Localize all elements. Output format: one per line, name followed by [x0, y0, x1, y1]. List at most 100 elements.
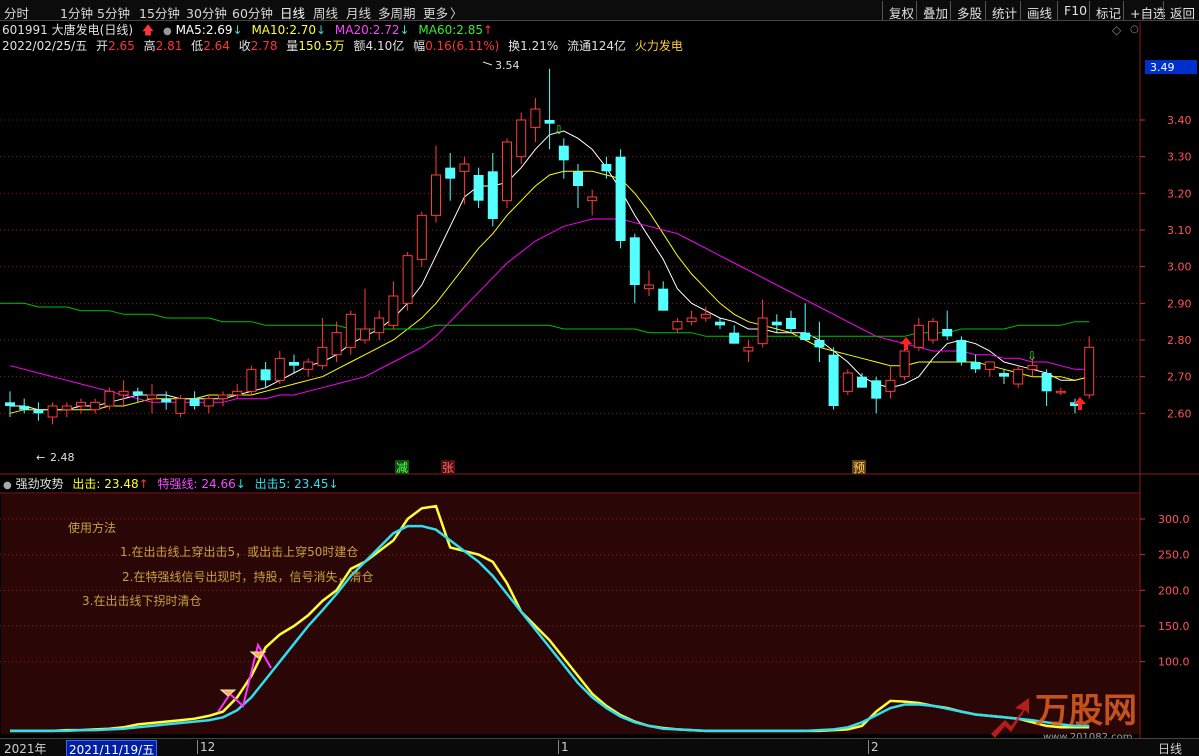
candle-body-up — [842, 372, 853, 392]
cursor-date: 2021/11/19/五 — [66, 740, 158, 756]
candle-body-up — [47, 405, 58, 418]
candle[interactable] — [33, 402, 44, 421]
candle[interactable] — [885, 365, 896, 399]
candle[interactable] — [984, 361, 995, 377]
candle[interactable] — [274, 351, 285, 384]
candle-body-down — [260, 369, 271, 381]
candle[interactable] — [1084, 336, 1095, 399]
candle[interactable] — [715, 318, 725, 329]
candle[interactable] — [445, 153, 456, 201]
candle[interactable] — [814, 321, 825, 362]
candle[interactable] — [786, 310, 796, 333]
candle[interactable] — [147, 384, 157, 414]
candle[interactable] — [516, 112, 527, 164]
candle[interactable] — [544, 68, 555, 150]
candle[interactable] — [19, 398, 30, 414]
moving-average-lines — [0, 130, 1090, 414]
candle-body-down — [189, 398, 200, 406]
candle[interactable] — [857, 373, 867, 388]
candle[interactable] — [686, 310, 697, 326]
candle[interactable] — [345, 310, 356, 355]
candle-body-down — [19, 406, 30, 410]
candle-body-down — [942, 329, 953, 337]
candle[interactable] — [871, 376, 882, 414]
candle[interactable] — [203, 395, 214, 414]
candle[interactable] — [842, 369, 853, 395]
event-marker-yu-label: 预 — [853, 461, 865, 475]
ma-line-ma5 — [10, 130, 1090, 411]
candle[interactable] — [672, 318, 683, 333]
candle[interactable] — [573, 164, 583, 208]
candle[interactable] — [942, 310, 953, 340]
candle[interactable] — [260, 362, 271, 388]
candle[interactable] — [90, 398, 101, 414]
candle[interactable] — [530, 98, 541, 142]
candle[interactable] — [1013, 365, 1024, 388]
candle[interactable] — [487, 153, 498, 227]
chart-canvas[interactable]: 2.60 2.70 2.80 2.90 3.00 3.10 3.20 3.30 3.40 100… — [0, 0, 1199, 738]
candle[interactable] — [473, 167, 484, 208]
candlestick-series[interactable] — [5, 68, 1095, 425]
candle[interactable] — [289, 354, 299, 373]
candle[interactable] — [743, 340, 754, 362]
candle[interactable] — [913, 318, 924, 351]
candle[interactable] — [416, 211, 427, 267]
view-mode-label[interactable]: 日线 — [1158, 740, 1182, 756]
candle[interactable] — [76, 398, 86, 414]
candle-body-up — [431, 174, 441, 216]
candle[interactable] — [132, 387, 143, 403]
candle[interactable] — [246, 365, 257, 395]
candle[interactable] — [402, 252, 413, 311]
candle[interactable] — [47, 402, 58, 425]
date-axis-month-1: 1 — [558, 740, 569, 754]
candle-body-up — [516, 119, 527, 158]
price-tick-label: 2.60 — [1167, 407, 1192, 420]
candle[interactable] — [218, 391, 228, 406]
candle[interactable] — [899, 347, 910, 381]
candle[interactable] — [828, 347, 839, 410]
candle[interactable] — [729, 325, 740, 344]
indicator-axis: 100.0 150.0 200.0 250.0 300.0 — [1140, 513, 1190, 669]
candle-body-up — [203, 398, 214, 407]
candle[interactable] — [175, 395, 186, 417]
candle[interactable] — [629, 233, 640, 304]
candle[interactable] — [431, 145, 441, 223]
candle[interactable] — [374, 310, 385, 340]
buy-signal-icon — [1074, 397, 1086, 410]
candle[interactable] — [459, 156, 470, 205]
candle-body-up — [502, 141, 512, 202]
candle[interactable] — [970, 354, 981, 373]
candle[interactable] — [615, 149, 626, 249]
candle[interactable] — [502, 138, 512, 208]
candle[interactable] — [658, 281, 669, 311]
candle[interactable] — [1055, 387, 1066, 395]
candle[interactable] — [587, 189, 598, 216]
candle-body-down — [33, 409, 44, 414]
candle-body-up — [530, 108, 541, 128]
candle-body-up — [899, 350, 910, 378]
candle[interactable] — [800, 303, 811, 340]
candle-body-down — [871, 380, 882, 399]
candle[interactable] — [161, 391, 172, 410]
candle[interactable] — [61, 402, 72, 417]
candle[interactable] — [1041, 369, 1052, 406]
candle[interactable] — [118, 380, 129, 406]
candle[interactable] — [303, 358, 314, 377]
candle[interactable] — [232, 384, 243, 399]
candle[interactable] — [388, 281, 399, 329]
candle[interactable] — [189, 391, 200, 410]
candle[interactable] — [757, 299, 768, 348]
candle[interactable] — [644, 270, 654, 296]
candle[interactable] — [601, 156, 612, 179]
candle[interactable] — [956, 336, 967, 366]
candle[interactable] — [928, 318, 938, 344]
price-tick-label: 2.80 — [1167, 334, 1192, 347]
current-price-label: 3.49 — [1150, 61, 1175, 74]
candle[interactable] — [5, 391, 15, 417]
price-tick-label: 3.20 — [1167, 187, 1192, 200]
candle[interactable] — [360, 288, 370, 344]
event-marker-jian-label: 减 — [396, 461, 408, 475]
candle[interactable] — [104, 387, 115, 410]
candle-body-down — [999, 373, 1009, 377]
candle-body-up — [984, 361, 995, 370]
